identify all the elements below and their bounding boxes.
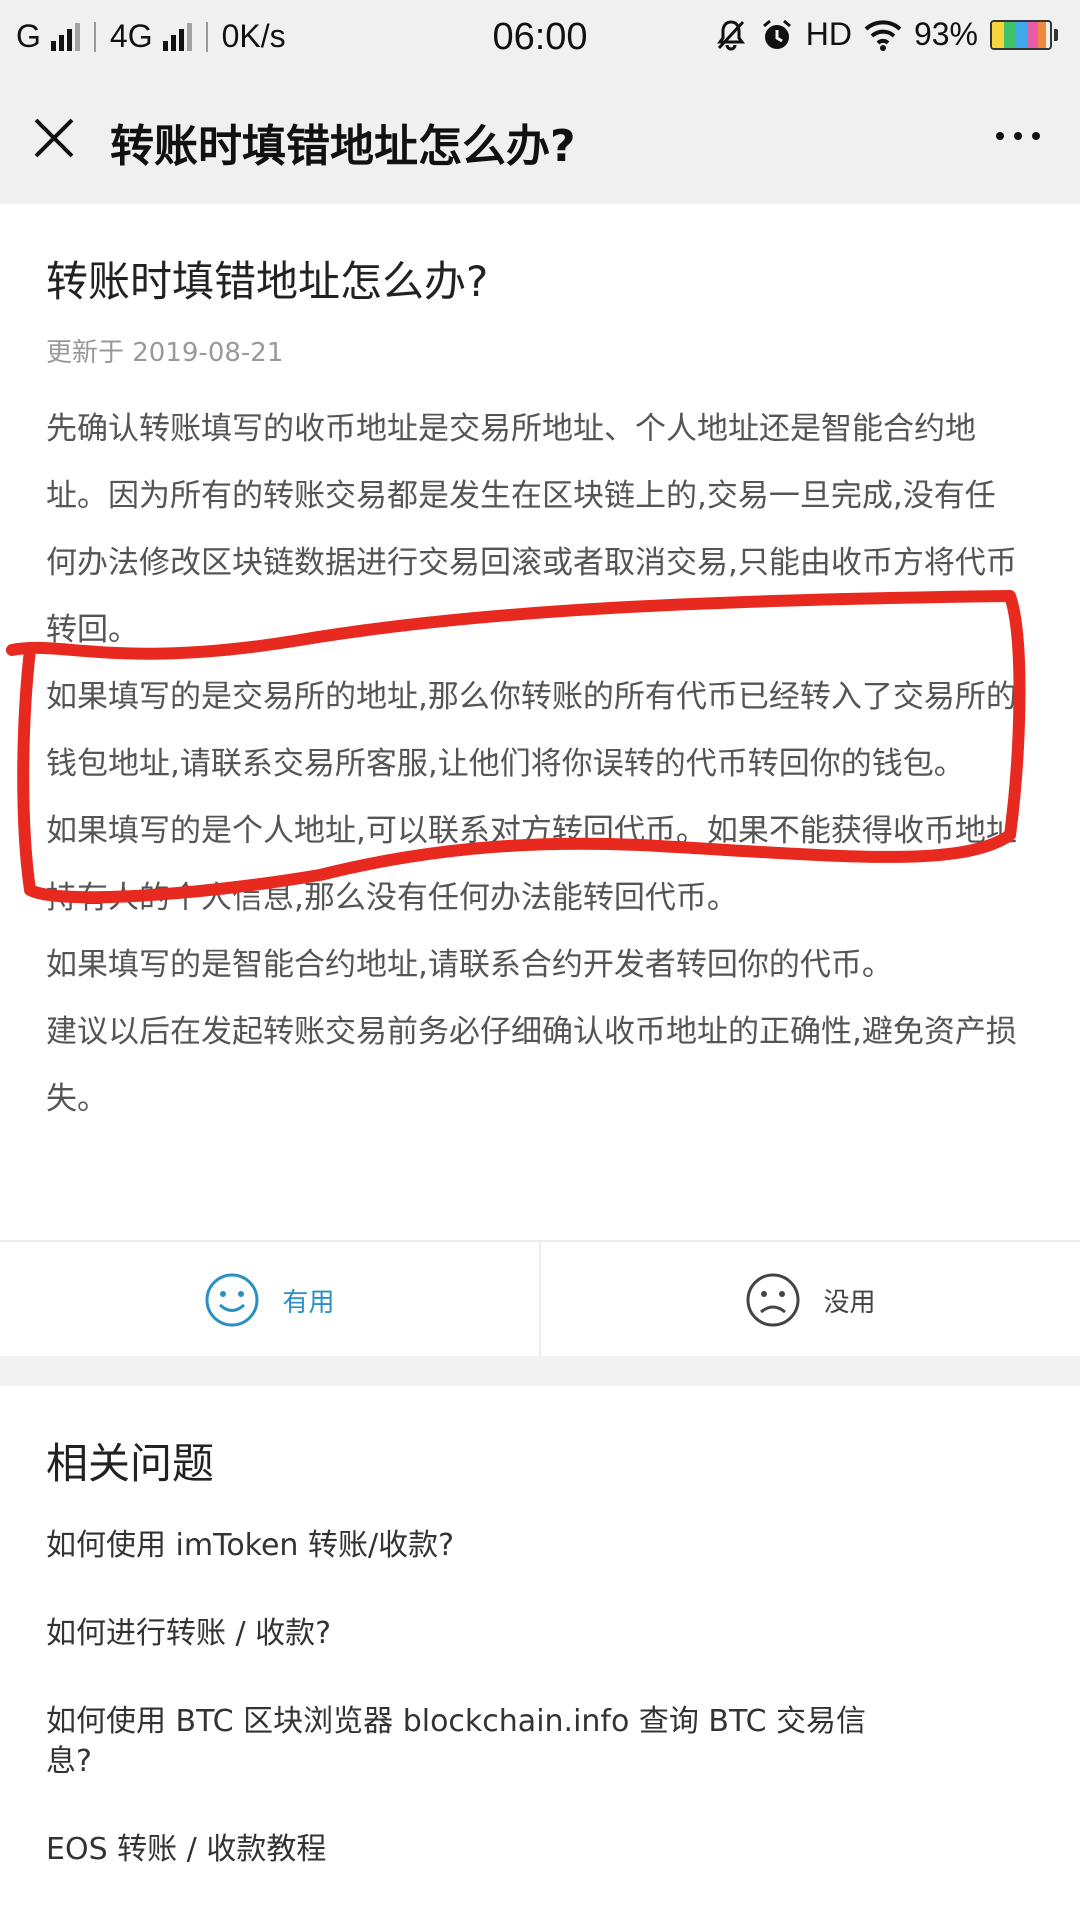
battery-percent: 93% [913,16,978,52]
article-date: 更新于 2019-08-21 [46,338,284,368]
status-bar: G 4G 0K/s 06:00 HD 93% [0,0,1080,76]
article-title: 转账时填错地址怎么办? [46,257,489,306]
wifi-icon [864,19,902,51]
paragraph: 如果填写的是个人地址,可以联系对方转回代币。如果不能获得收币地址持有人的个人信息… [46,813,1017,916]
smile-icon [205,1273,259,1327]
related-section: 相关问题 如何使用 imToken 转账/收款? 如何进行转账 / 收款? 如何… [0,1386,1080,1920]
alarm-icon [762,19,791,49]
title-bar: 转账时填错地址怎么办? [0,76,1080,204]
related-heading: 相关问题 [46,1439,215,1488]
useful-label: 有用 [282,1287,335,1318]
paragraph: 建议以后在发起转账交易前务必仔细确认收币地址的正确性,避免资产损失。 [46,1014,1017,1117]
sad-icon [746,1273,800,1327]
useless-label: 没用 [823,1287,876,1318]
hd-label: HD [805,16,852,52]
feedback-bar: 有用 没用 [0,1240,1080,1358]
paragraph: 如果填写的是交易所的地址,那么你转账的所有代币已经转入了交易所的钱包地址,请联系… [46,679,1017,782]
useful-button[interactable]: 有用 [0,1242,541,1358]
related-list: 如何使用 imToken 转账/收款? 如何进行转账 / 收款? 如何使用 BT… [46,1526,906,1870]
paragraph: 先确认转账填写的收币地址是交易所地址、个人地址还是智能合约地址。因为所有的转账交… [46,411,1017,648]
useless-button[interactable]: 没用 [541,1242,1080,1358]
more-icon[interactable] [996,132,1040,140]
close-icon[interactable] [30,114,78,162]
battery-body [990,19,1052,50]
related-item[interactable]: 如何使用 BTC 区块浏览器 blockchain.info 查询 BTC 交易… [46,1702,906,1782]
battery-tip [1054,28,1058,41]
status-right: HD 93% [714,16,1058,53]
battery-icon [990,19,1058,50]
article-body: 先确认转账填写的收币地址是交易所地址、个人地址还是智能合约地址。因为所有的转账交… [46,396,1026,1133]
related-item[interactable]: 如何使用 imToken 转账/收款? [46,1526,906,1566]
page-title: 转账时填错地址怎么办? [110,121,576,172]
related-item[interactable]: 如何进行转账 / 收款? [46,1614,906,1654]
mute-bell-icon [716,19,745,50]
related-item[interactable]: EOS 转账 / 收款教程 [46,1830,906,1870]
section-divider [0,1356,1080,1386]
paragraph: 如果填写的是智能合约地址,请联系合约开发者转回你的代币。 [46,947,893,983]
